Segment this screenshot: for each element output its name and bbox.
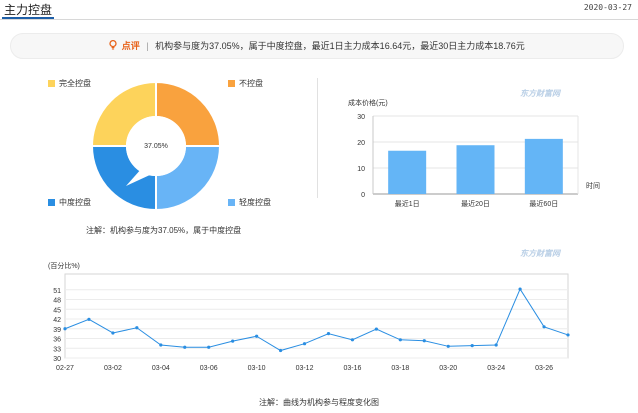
legend-light-control[interactable]: 轻度控盘 <box>228 197 271 208</box>
line-x-tick-label: 03-20 <box>439 365 457 372</box>
participation-point-02-28[interactable] <box>87 317 91 321</box>
line-y-tick-label: 42 <box>53 317 61 324</box>
legend-swatch <box>48 199 55 206</box>
panel-date: 2020-03-27 <box>583 3 632 12</box>
participation-point-03-16[interactable] <box>350 338 355 342</box>
lightbulb-icon <box>109 35 117 59</box>
section-divider <box>317 78 318 198</box>
line-x-tick-label: 03-18 <box>391 365 409 372</box>
participation-point-03-12[interactable] <box>302 342 307 346</box>
cost-bar-chart: 成本价格(元) 0 10 20 30 最近1日 最近20日 最近60日 时间 <box>348 98 600 208</box>
bar-y-tick-label: 0 <box>361 192 365 199</box>
participation-point-03-24[interactable] <box>494 343 498 347</box>
legend-no-control[interactable]: 不控盘 <box>228 78 263 89</box>
line-x-tick-label: 03-10 <box>248 365 266 372</box>
line-y-tick-label: 33 <box>53 346 61 353</box>
bar-x-tick-label: 最近1日 <box>395 199 420 208</box>
panel-header: 主力控盘 2020-03-27 <box>0 0 638 20</box>
bar-最近1日[interactable] <box>388 150 427 194</box>
participation-point-03-02[interactable] <box>111 331 115 335</box>
line-x-tick-label: 03-02 <box>104 365 122 372</box>
line-y-tick-label: 45 <box>53 307 61 314</box>
participation-point-03-18[interactable] <box>398 338 402 342</box>
bar-x-tick-label: 最近20日 <box>461 199 490 208</box>
participation-point-03-11[interactable] <box>278 348 283 353</box>
line-y-tick-label: 39 <box>53 327 61 334</box>
participation-point-03-05[interactable] <box>183 345 187 349</box>
donut-center-label: 37.05% <box>144 143 168 150</box>
participation-series-line <box>64 288 569 352</box>
bar-x-tick-label: 最近60日 <box>529 199 558 208</box>
legend-label: 完全控盘 <box>59 79 91 88</box>
participation-point-03-10[interactable] <box>255 334 259 338</box>
bar-最近60日[interactable] <box>524 138 563 194</box>
participation-line-chart: (百分比%) 30 33 36 39 42 45 48 51 02-27 03-02 03-04 03-… <box>48 261 570 372</box>
comment-separator: | <box>146 41 149 51</box>
legend-label: 轻度控盘 <box>239 198 271 207</box>
participation-point-02-27[interactable] <box>63 327 67 331</box>
line-y-tick-label: 51 <box>53 288 61 295</box>
participation-point-03-09[interactable] <box>231 339 235 343</box>
line-x-tick-label: 02-27 <box>56 365 74 372</box>
bar-最近20日[interactable] <box>456 145 495 194</box>
bar-y-axis-title: 成本价格(元) <box>348 98 388 107</box>
participation-point-03-19[interactable] <box>422 339 426 343</box>
line-y-axis-title: (百分比%) <box>48 261 80 270</box>
line-y-tick-label: 36 <box>53 337 61 344</box>
participation-point-03-03[interactable] <box>135 326 139 330</box>
legend-medium-control[interactable]: 中度控盘 <box>48 197 91 208</box>
line-x-tick-label: 03-24 <box>487 365 505 372</box>
participation-point-03-20[interactable] <box>446 344 450 348</box>
line-x-tick-label: 03-16 <box>343 365 361 372</box>
comment-label: 点评 <box>121 41 140 51</box>
watermark-bottom: 东方财富网 <box>520 249 560 258</box>
legend-swatch <box>48 80 55 87</box>
participation-point-03-06[interactable] <box>207 345 211 349</box>
legend-swatch <box>228 199 235 206</box>
line-x-tick-label: 03-04 <box>152 365 170 372</box>
legend-full-control[interactable]: 完全控盘 <box>48 78 91 89</box>
legend-label: 不控盘 <box>239 79 263 88</box>
participation-point-03-26[interactable] <box>542 325 546 329</box>
legend-label: 中度控盘 <box>59 198 91 207</box>
line-x-tick-label: 03-06 <box>200 365 218 372</box>
title-underline <box>2 17 54 19</box>
participation-point-03-25[interactable] <box>518 287 522 291</box>
panel-title: 主力控盘 <box>4 3 53 17</box>
line-note: 注解：曲线为机构参与程度变化图 <box>259 398 379 407</box>
control-donut-chart: 37.05% <box>90 80 222 212</box>
comment-text: 机构参与度为37.05%，属于中度控盘，最近1日主力成本16.64元，最近30日… <box>155 41 525 51</box>
bar-y-tick-label: 20 <box>357 140 365 147</box>
participation-point-03-04[interactable] <box>159 343 163 347</box>
line-x-tick-label: 03-26 <box>535 365 553 372</box>
watermark-top: 东方财富网 <box>520 89 560 98</box>
participation-point-03-13[interactable] <box>326 332 331 336</box>
bar-y-tick-label: 10 <box>357 166 365 173</box>
bar-x-axis-title: 时间 <box>586 181 600 190</box>
line-y-tick-label: 48 <box>53 298 61 305</box>
participation-point-03-27[interactable] <box>566 333 570 337</box>
line-x-tick-label: 03-12 <box>296 365 314 372</box>
comment-bar: 点评 | 机构参与度为37.05%，属于中度控盘，最近1日主力成本16.64元，… <box>10 33 624 59</box>
bar-y-tick-label: 30 <box>357 114 365 121</box>
line-y-tick-label: 30 <box>53 356 61 363</box>
participation-point-03-23[interactable] <box>470 344 474 348</box>
donut-note: 注解：机构参与度为37.05%，属于中度控盘 <box>86 226 242 235</box>
legend-swatch <box>228 80 235 87</box>
participation-point-03-17[interactable] <box>374 327 378 331</box>
